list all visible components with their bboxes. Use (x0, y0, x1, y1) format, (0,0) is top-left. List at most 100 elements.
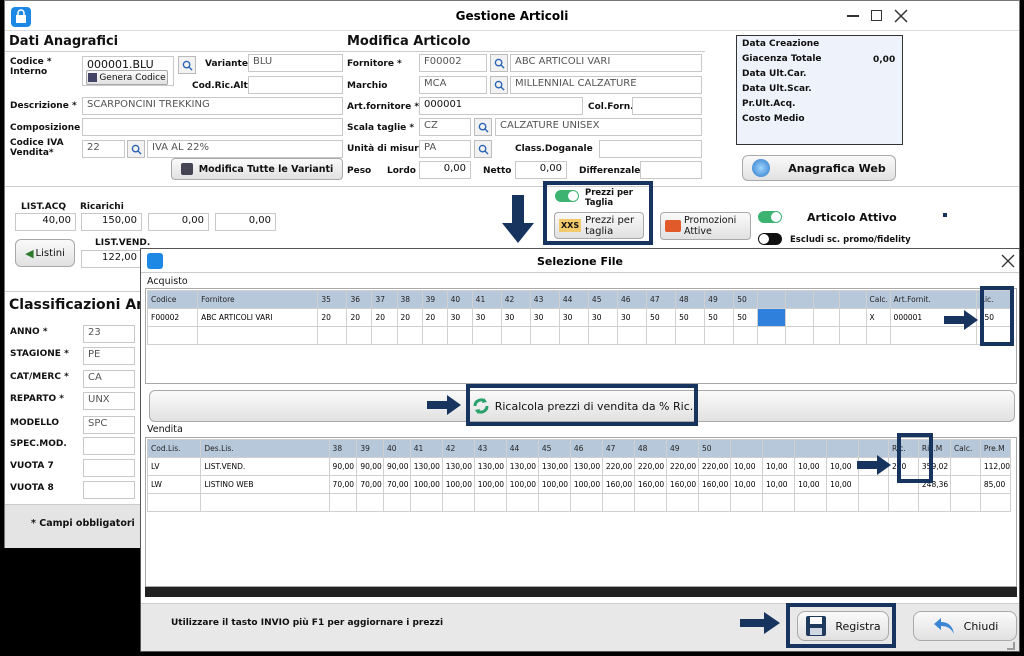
grid-cell[interactable]: 100,00 (505, 475, 539, 494)
art-fornitore-field[interactable]: 000001 (419, 97, 583, 115)
netto-field[interactable]: 0,00 (515, 161, 567, 179)
variante-field[interactable]: BLU (248, 54, 343, 72)
grid-cell[interactable] (665, 493, 699, 512)
class-doganale-field[interactable] (599, 140, 702, 158)
grid-header-cell[interactable]: 50 (697, 439, 732, 458)
grid-cell[interactable] (888, 493, 919, 512)
grid-cell[interactable] (356, 493, 384, 512)
grid-cell[interactable] (200, 493, 330, 512)
grid-cell[interactable] (675, 326, 706, 345)
grid-cell[interactable]: 70,00 (328, 475, 358, 494)
grid-cell[interactable] (949, 493, 981, 512)
grid-header-cell[interactable]: 44 (558, 290, 589, 309)
grid-header-cell[interactable]: Calc. (865, 290, 891, 309)
grid-cell[interactable] (616, 326, 648, 345)
grid-cell[interactable]: LV (146, 457, 202, 476)
grid-header-cell[interactable] (757, 290, 787, 309)
listini-button[interactable]: ◀ Listini (15, 239, 75, 267)
grid-cell[interactable]: 160,00 (601, 475, 635, 494)
grid-cell[interactable]: 30 (529, 308, 560, 327)
grid-cell[interactable] (646, 326, 677, 345)
grid-cell[interactable]: 10,00 (794, 457, 828, 476)
grid-cell[interactable] (346, 326, 373, 345)
grid-cell[interactable]: X (865, 308, 891, 327)
grid-cell[interactable] (839, 308, 867, 327)
grid-cell[interactable]: 100,00 (441, 475, 475, 494)
grid-cell[interactable] (146, 493, 202, 512)
grid-header-cell[interactable]: Art.Fornit. (889, 290, 977, 309)
grid-cell[interactable]: 20 (317, 308, 348, 327)
grid-cell[interactable] (785, 326, 815, 345)
classificazione-field[interactable]: CA (83, 370, 135, 388)
grid-cell[interactable]: 220,00 (601, 457, 635, 476)
grid-cell[interactable]: 20 (396, 308, 423, 327)
grid-cell[interactable]: 220,00 (633, 457, 667, 476)
grid-header-cell[interactable]: 35 (317, 290, 348, 309)
grid-header-cell[interactable] (729, 439, 764, 458)
grid-cell[interactable]: 10,00 (762, 457, 796, 476)
grid-cell[interactable] (529, 326, 560, 345)
acquisto-grid[interactable]: Codice Fornitore 35 36 37 38 39 40 41 42 43 44 45 46 4… (146, 290, 1012, 345)
grid-cell[interactable]: LW (146, 475, 202, 494)
grid-header-cell[interactable]: 41 (409, 439, 443, 458)
modifica-varianti-button[interactable]: Modifica Tutte le Varianti (171, 158, 343, 180)
grid-cell[interactable] (505, 493, 539, 512)
ricarico-3-field[interactable]: 0,00 (215, 213, 276, 231)
grid-cell[interactable] (558, 326, 589, 345)
grid-cell[interactable]: 130,00 (441, 457, 475, 476)
grid-header-cell[interactable]: Pre.M (979, 439, 1012, 458)
grid-cell[interactable]: 130,00 (505, 457, 539, 476)
grid-cell[interactable] (587, 326, 618, 345)
grid-cell[interactable] (317, 326, 348, 345)
grid-cell[interactable]: 100,00 (537, 475, 571, 494)
unita-misura-search-button[interactable] (474, 140, 492, 158)
grid-header-cell[interactable]: 45 (537, 439, 571, 458)
classificazione-field[interactable] (83, 481, 135, 499)
grid-cell[interactable] (839, 326, 867, 345)
grid-cell[interactable] (441, 493, 475, 512)
vendita-grid[interactable]: Cod.Lis. Des.Lis. 38 39 40 41 42 43 44 45 46 47 48 49… (146, 439, 1012, 512)
grid-header-cell[interactable]: 48 (675, 290, 706, 309)
grid-header-cell[interactable]: 49 (665, 439, 699, 458)
ricarico-2-field[interactable]: 0,00 (148, 213, 209, 231)
grid-header-cell[interactable]: 48 (633, 439, 667, 458)
grid-header-cell[interactable]: 47 (646, 290, 677, 309)
grid-cell[interactable]: 30 (616, 308, 648, 327)
grid-cell[interactable]: 100,00 (569, 475, 603, 494)
grid-cell[interactable] (729, 493, 764, 512)
grid-cell[interactable]: 10,00 (794, 475, 828, 494)
grid-cell[interactable] (733, 326, 759, 345)
grid-cell[interactable]: 160,00 (633, 475, 667, 494)
grid-cell[interactable]: 220,00 (665, 457, 699, 476)
grid-cell[interactable]: 50 (733, 308, 759, 327)
grid-cell[interactable]: 70,00 (383, 475, 411, 494)
grid-cell[interactable]: 160,00 (665, 475, 699, 494)
grid-cell[interactable] (396, 326, 423, 345)
grid-cell[interactable] (421, 326, 448, 345)
grid-cell[interactable]: 10,00 (826, 457, 860, 476)
grid-header-cell[interactable]: 45 (587, 290, 618, 309)
grid-cell[interactable]: 90,00 (383, 457, 411, 476)
grid-header-cell[interactable]: 50 (733, 290, 759, 309)
marchio-search-button[interactable] (490, 76, 508, 94)
differenzale-field[interactable] (640, 161, 702, 179)
grid-cell[interactable] (794, 493, 828, 512)
grid-cell[interactable] (949, 475, 981, 494)
articolo-attivo-toggle[interactable] (758, 211, 782, 223)
grid-cell[interactable]: 100,00 (473, 475, 507, 494)
grid-cell[interactable]: 112,00 (979, 457, 1012, 476)
grid-header-cell[interactable]: 40 (383, 439, 411, 458)
classificazione-field[interactable] (83, 437, 135, 455)
grid-header-cell[interactable]: 43 (473, 439, 507, 458)
grid-header-cell[interactable]: Calc. (949, 439, 981, 458)
grid-cell[interactable]: 90,00 (356, 457, 384, 476)
grid-cell[interactable]: 10,00 (826, 475, 860, 494)
scala-taglie-search-button[interactable] (474, 118, 492, 136)
promozioni-attive-button[interactable]: Promozioni Attive (660, 212, 751, 240)
grid-cell[interactable]: 30 (558, 308, 589, 327)
grid-cell[interactable]: 85,00 (979, 475, 1012, 494)
grid-header-cell[interactable]: 43 (529, 290, 560, 309)
grid-cell[interactable] (826, 493, 860, 512)
table-row-empty[interactable] (146, 326, 1012, 345)
grid-header-cell[interactable] (785, 290, 815, 309)
